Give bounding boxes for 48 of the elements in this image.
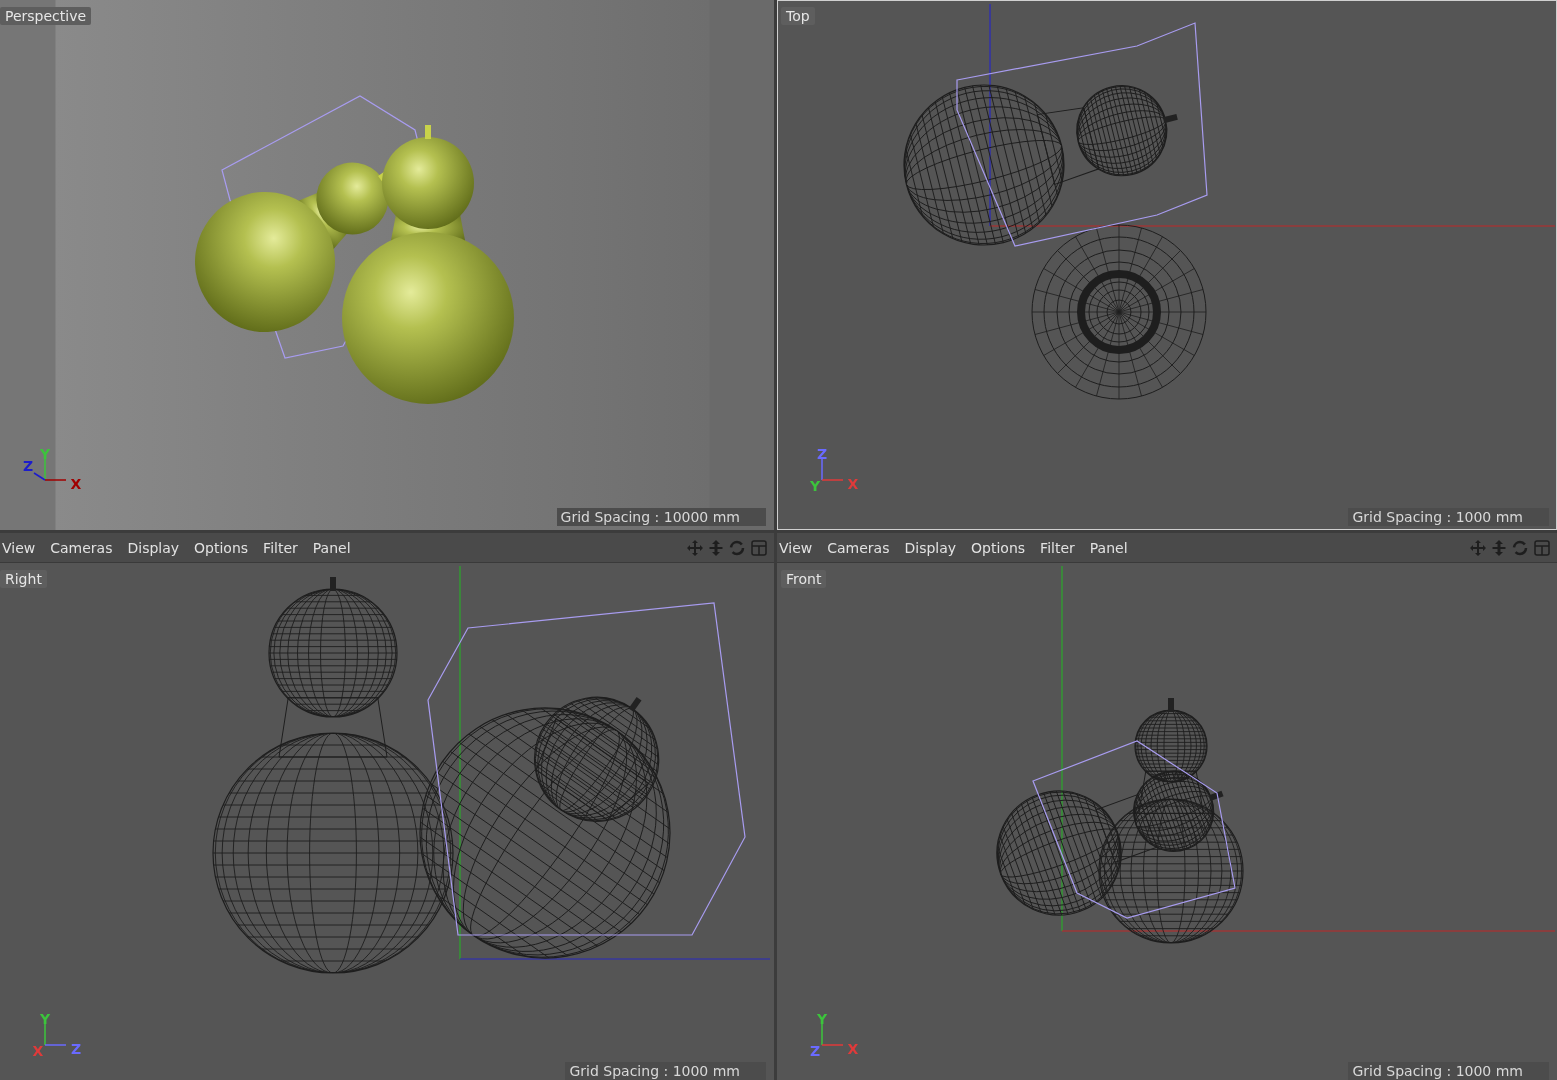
viewport[interactable]: Top Z Y X Grid Spacing : 1000 mm [777,0,1557,530]
menu-item[interactable]: Options [969,539,1035,556]
axis-gizmo-icon [821,458,844,481]
axis-label: Y [809,478,821,494]
grid-spacing-label: Grid Spacing : 1000 mm [1348,1062,1549,1080]
axis-label: Z [70,1041,82,1057]
axis-label: Z [22,458,34,474]
menu-item[interactable]: Display [125,539,189,556]
axis-gizmo-icon [44,1023,67,1046]
axis-label: Z [816,446,828,462]
window-icon[interactable] [1533,538,1551,557]
axis-label: Y [39,1011,51,1027]
viewport[interactable]: Right Y X Z Grid Spacing : 1000 mm [0,563,774,1080]
menu-item[interactable]: View [777,539,822,556]
rotate-icon[interactable] [728,538,746,557]
menu-item[interactable]: Panel [1087,539,1137,556]
menu-item[interactable]: Options [192,539,258,556]
menu-item[interactable]: Display [902,539,966,556]
viewport-label: Right [0,570,47,588]
menu-item[interactable]: Cameras [825,539,899,556]
axis-label: Z [809,1043,821,1059]
axis-label: X [70,476,82,492]
axis-label: Y [39,446,51,462]
axis-label: Y [816,1011,828,1027]
move-icon[interactable] [1469,538,1487,557]
viewport-label: Top [781,7,815,25]
grid-spacing-label: Grid Spacing : 1000 mm [1348,508,1549,526]
menu-item[interactable]: Filter [1038,539,1084,556]
axis-label: X [32,1043,44,1059]
rotate-icon[interactable] [1511,538,1529,557]
axis-label: X [847,1041,859,1057]
viewport-label: Perspective [0,7,92,25]
viewport-label: Front [781,570,827,588]
menu-item[interactable]: Panel [310,539,360,556]
axis-gizmo-icon [33,458,67,481]
window-icon[interactable] [750,538,768,557]
vertical-arrows-icon[interactable] [708,538,724,557]
axis-gizmo-icon [821,1023,844,1046]
viewport[interactable]: Front Y Z X Grid Spacing : 1000 mm [777,563,1557,1080]
menu-item[interactable]: View [0,539,45,556]
viewport[interactable]: Perspective Y Z X Grid Spacing : 10000 mm [0,0,774,530]
menu-item[interactable]: Cameras [48,539,122,556]
move-icon[interactable] [686,538,704,557]
vertical-arrows-icon[interactable] [1491,538,1507,557]
axis-label: X [847,476,859,492]
menu-item[interactable]: Filter [261,539,307,556]
grid-spacing-label: Grid Spacing : 1000 mm [565,1062,766,1080]
grid-spacing-label: Grid Spacing : 10000 mm [556,508,766,526]
